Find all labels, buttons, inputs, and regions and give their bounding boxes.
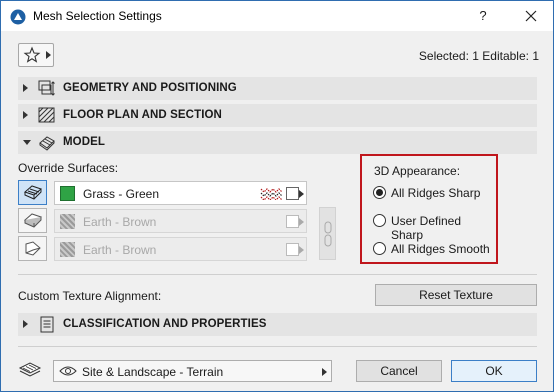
ok-button[interactable]: OK: [451, 360, 537, 382]
expand-arrow-icon: [23, 84, 28, 92]
top-surface-button[interactable]: [18, 180, 47, 205]
favorites-button[interactable]: [18, 43, 54, 67]
section-model[interactable]: MODEL: [18, 131, 537, 154]
surface-color-swatch: [60, 186, 75, 201]
section-label: CLASSIFICATION AND PROPERTIES: [63, 318, 267, 330]
surface-selector-side: Earth - Brown: [54, 209, 307, 233]
radio-all-ridges-smooth[interactable]: [373, 242, 386, 255]
expand-arrow-icon: [23, 111, 28, 119]
texture-image-icon: [286, 215, 299, 228]
window-title: Mesh Selection Settings: [33, 9, 162, 23]
bottom-surface-button[interactable]: [18, 236, 47, 261]
section-geometry[interactable]: GEOMETRY AND POSITIONING: [18, 77, 537, 100]
divider: [18, 346, 537, 347]
favorites-arrow-icon: [46, 51, 51, 59]
side-surface-button[interactable]: [18, 208, 47, 233]
radio-all-ridges-sharp[interactable]: [373, 186, 386, 199]
archicad-app-icon: [10, 9, 26, 25]
texture-pattern-icon: [260, 188, 283, 200]
texture-image-icon[interactable]: [286, 187, 299, 200]
layer-icon: [18, 362, 42, 377]
mesh-bottom-surface-icon: [25, 241, 41, 256]
radio-label[interactable]: All Ridges Sharp: [391, 186, 480, 200]
link-surfaces-button[interactable]: [319, 207, 336, 260]
divider: [18, 274, 537, 275]
surface-name: Earth - Brown: [83, 215, 157, 229]
custom-texture-alignment-label: Custom Texture Alignment:: [18, 289, 162, 303]
texture-image-icon: [286, 243, 299, 256]
eye-icon: [59, 366, 77, 376]
radio-label[interactable]: All Ridges Smooth: [391, 242, 490, 256]
surface-color-swatch: [60, 214, 75, 229]
title-bar: Mesh Selection Settings ?: [1, 1, 553, 31]
help-button[interactable]: ?: [473, 6, 493, 26]
mesh-selection-settings-dialog: Mesh Selection Settings ? Selected: 1 Ed…: [0, 0, 554, 392]
3d-appearance-group: 3D Appearance: All Ridges Sharp User Def…: [360, 154, 498, 264]
surface-name: Earth - Brown: [83, 243, 157, 257]
section-classification[interactable]: CLASSIFICATION AND PROPERTIES: [18, 313, 537, 336]
surface-name: Grass - Green: [83, 187, 160, 201]
collapse-arrow-icon: [23, 140, 31, 145]
close-icon[interactable]: [519, 4, 543, 28]
radio-label[interactable]: User Defined Sharp: [391, 214, 496, 242]
layer-dropdown[interactable]: Site & Landscape - Terrain: [53, 360, 332, 382]
selected-editable-info: Selected: 1 Editable: 1: [418, 49, 539, 63]
star-icon: [23, 46, 41, 63]
floor-plan-icon: [38, 107, 55, 123]
chevron-right-icon: [322, 368, 327, 376]
surface-selector-bottom: Earth - Brown: [54, 237, 307, 261]
mesh-side-surface-icon: [24, 213, 42, 228]
geometry-icon: [38, 80, 55, 96]
section-label: GEOMETRY AND POSITIONING: [63, 82, 237, 94]
cancel-button[interactable]: Cancel: [356, 360, 442, 382]
reset-texture-button[interactable]: Reset Texture: [375, 284, 537, 306]
chevron-right-icon: [299, 246, 304, 254]
model-icon: [39, 136, 55, 151]
classification-icon: [40, 316, 54, 333]
expand-arrow-icon: [23, 320, 28, 328]
chevron-right-icon[interactable]: [299, 190, 304, 198]
3d-appearance-label: 3D Appearance:: [374, 164, 461, 178]
chain-link-icon: [324, 221, 332, 247]
override-surfaces-label: Override Surfaces:: [18, 161, 119, 175]
surface-color-swatch: [60, 242, 75, 257]
surface-selector-top[interactable]: Grass - Green: [54, 181, 307, 205]
section-label: FLOOR PLAN AND SECTION: [63, 109, 222, 121]
layer-value: Site & Landscape - Terrain: [82, 365, 224, 379]
section-label: MODEL: [63, 136, 106, 148]
chevron-right-icon: [299, 218, 304, 226]
radio-user-defined-sharp[interactable]: [373, 214, 386, 227]
mesh-top-surface-icon: [24, 185, 42, 200]
section-floor-plan[interactable]: FLOOR PLAN AND SECTION: [18, 104, 537, 127]
